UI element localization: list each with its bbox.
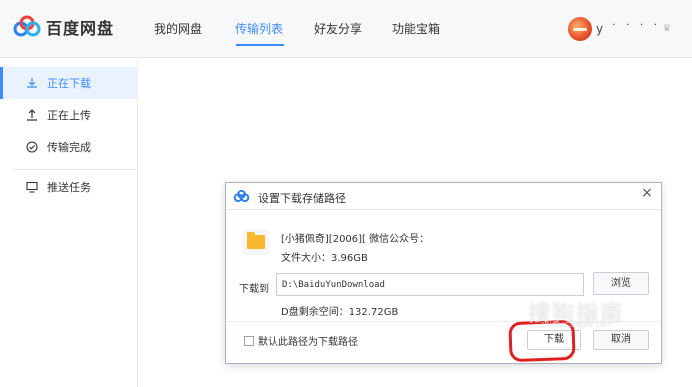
cloud-logo-icon	[13, 15, 41, 37]
watermark-url: zhinan.sogou.com	[540, 320, 613, 329]
folder-icon	[243, 229, 269, 255]
sidebar-item-push-tasks[interactable]: 推送任务	[0, 171, 138, 203]
sidebar-item-uploading[interactable]: 正在上传	[0, 99, 138, 131]
download-icon	[27, 78, 37, 88]
username: y ˙ ˙ ˙ ˙	[596, 22, 661, 36]
dialog-title: 设置下载存储路径	[258, 192, 346, 205]
upload-icon	[27, 109, 37, 121]
file-size: 文件大小：3.96GB	[281, 253, 368, 264]
top-header: 百度网盘 我的网盘 传输列表 好友分享 功能宝箱 y ˙ ˙ ˙ ˙ ♛	[0, 0, 692, 58]
avatar[interactable]	[568, 17, 592, 41]
nav-toolbox[interactable]: 功能宝箱	[392, 20, 440, 37]
sidebar-item-label: 正在下载	[47, 77, 91, 90]
cloud-logo-icon	[233, 189, 250, 203]
vip-crown-icon: ♛	[662, 23, 672, 34]
free-space-text: D盘剩余空间：132.72GB	[281, 307, 399, 318]
nav-my-disk[interactable]: 我的网盘	[154, 20, 202, 37]
download-path-dialog: 设置下载存储路径 × [小猪佩奇][2006][ 微信公众号： 文件大小：3.9…	[225, 182, 662, 364]
sidebar: 正在下载 正在上传 传输完成 推送任务	[0, 59, 138, 387]
app-name: 百度网盘	[46, 19, 115, 38]
nav-friend-share[interactable]: 好友分享	[314, 20, 362, 37]
file-name: [小猪佩奇][2006][ 微信公众号：	[281, 234, 430, 245]
dialog-titlebar[interactable]: 设置下载存储路径 ×	[226, 183, 661, 210]
close-icon[interactable]: ×	[639, 185, 655, 201]
sidebar-item-downloading[interactable]: 正在下载	[0, 67, 138, 99]
download-to-label: 下载到	[239, 284, 269, 295]
sidebar-item-completed[interactable]: 传输完成	[0, 131, 138, 163]
nav-transfer-list[interactable]: 传输列表	[235, 20, 283, 37]
app-logo[interactable]: 百度网盘	[12, 14, 114, 40]
default-path-option[interactable]: 默认此路径为下载路径	[244, 333, 358, 348]
sidebar-item-label: 推送任务	[47, 181, 91, 194]
active-tab-underline	[236, 44, 284, 46]
monitor-icon	[26, 181, 38, 193]
browse-button[interactable]: 浏览	[593, 272, 649, 295]
download-path-input[interactable]	[276, 273, 584, 296]
default-path-checkbox[interactable]	[244, 335, 254, 346]
cancel-button[interactable]: 取消	[593, 330, 649, 350]
sidebar-divider	[14, 169, 136, 170]
sidebar-item-label: 传输完成	[47, 141, 91, 154]
sidebar-item-label: 正在上传	[47, 109, 91, 122]
user-profile[interactable]: y ˙ ˙ ˙ ˙ ♛	[568, 17, 674, 41]
default-path-label: 默认此路径为下载路径	[258, 337, 358, 348]
check-circle-icon	[26, 141, 38, 153]
